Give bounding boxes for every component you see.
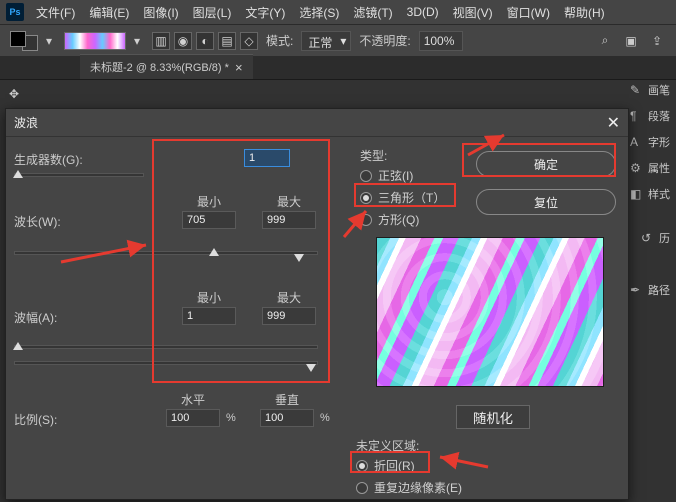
menu-layer[interactable]: 图层(L) (187, 1, 238, 24)
menu-image[interactable]: 图像(I) (137, 1, 184, 24)
scale-label: 比例(S): (14, 411, 57, 428)
gradient-linear-icon[interactable]: ▥ (152, 32, 170, 50)
menu-file[interactable]: 文件(F) (30, 1, 81, 24)
chevron-down-icon[interactable]: ▾ (46, 34, 56, 48)
menu-3d[interactable]: 3D(D) (401, 2, 445, 22)
options-bar: ▾ ▾ ▥ ◉ ◐ ▤ ◇ 模式: 正常 ▾ 不透明度: 100% ⌕ ▣ ⇪ (0, 24, 676, 56)
foreground-background-swatch[interactable] (10, 31, 38, 51)
gradient-preview[interactable] (64, 32, 126, 50)
menu-select[interactable]: 选择(S) (293, 1, 345, 24)
scale-v-input[interactable] (260, 409, 314, 427)
gradient-angle-icon[interactable]: ◐ (196, 32, 214, 50)
type-square-radio[interactable]: 方形(Q) (360, 209, 419, 230)
ok-button[interactable]: 确定 (476, 151, 616, 177)
undefined-group-label: 未定义区域: (356, 437, 419, 454)
opacity-field[interactable]: 100% (419, 31, 463, 51)
generators-input[interactable] (244, 149, 290, 167)
type-group-label: 类型: (360, 147, 387, 164)
wave-filter-dialog: 波浪 ✕ 生成器数(G): 最小 最大 波长(W): 最小 最大 波幅(A): (5, 108, 629, 500)
dialog-title: 波浪 (14, 114, 607, 131)
share-icon[interactable]: ⇪ (648, 32, 666, 50)
reset-button[interactable]: 复位 (476, 189, 616, 215)
repeat-edge-radio[interactable]: 重复边缘像素(E) (356, 477, 462, 498)
menu-window[interactable]: 窗口(W) (501, 1, 556, 24)
document-tab[interactable]: 未标题-2 @ 8.33%(RGB/8) * × (80, 54, 253, 79)
panel-styles[interactable]: ◧样式 (622, 184, 674, 204)
opacity-label: 不透明度: (359, 32, 410, 49)
gradient-radial-icon[interactable]: ◉ (174, 32, 192, 50)
document-tab-bar: 未标题-2 @ 8.33%(RGB/8) * × (0, 56, 676, 80)
menu-bar: Ps 文件(F) 编辑(E) 图像(I) 图层(L) 文字(Y) 选择(S) 滤… (0, 0, 676, 24)
amplitude-max-input[interactable] (262, 307, 316, 325)
wavelength-label: 波长(W): (14, 213, 61, 230)
wrap-radio[interactable]: 折回(R) (356, 455, 415, 476)
min-header: 最小 (182, 193, 236, 210)
panel-brush[interactable]: ✎画笔 (622, 80, 674, 100)
panel-properties[interactable]: ⚙属性 (622, 158, 674, 178)
panel-toggle-icon[interactable]: ▣ (622, 32, 640, 50)
wave-preview (376, 237, 604, 387)
amplitude-slider-max[interactable] (14, 361, 318, 365)
generators-label: 生成器数(G): (14, 151, 83, 168)
randomize-button[interactable]: 随机化 (456, 405, 530, 429)
gradient-diamond-icon[interactable]: ◇ (240, 32, 258, 50)
menu-type[interactable]: 文字(Y) (239, 1, 291, 24)
menu-help[interactable]: 帮助(H) (558, 1, 611, 24)
amplitude-min-input[interactable] (182, 307, 236, 325)
type-triangle-radio[interactable]: 三角形（T） (360, 187, 445, 208)
right-panel-strip: ✎画笔 ¶段落 A字形 ⚙属性 ◧样式 ↺历 ✒路径 (622, 80, 674, 300)
amplitude-slider[interactable] (14, 345, 318, 349)
pct-label: % (226, 412, 236, 424)
generators-slider[interactable] (14, 173, 144, 177)
min-header-2: 最小 (182, 289, 236, 306)
search-icon[interactable]: ⌕ (596, 32, 614, 50)
gradient-reflected-icon[interactable]: ▤ (218, 32, 236, 50)
max-header: 最大 (262, 193, 316, 210)
menu-view[interactable]: 视图(V) (447, 1, 499, 24)
pct-label-2: % (320, 412, 330, 424)
horiz-header: 水平 (166, 391, 220, 408)
wavelength-slider[interactable] (14, 251, 318, 255)
close-icon[interactable]: × (235, 60, 243, 75)
menu-edit[interactable]: 编辑(E) (83, 1, 135, 24)
chevron-down-icon[interactable]: ▾ (134, 34, 144, 48)
document-tab-label: 未标题-2 @ 8.33%(RGB/8) * (90, 59, 229, 75)
panel-paragraph[interactable]: ¶段落 (622, 106, 674, 126)
annotation-arrow-1 (56, 227, 156, 267)
mode-label: 模式: (266, 32, 293, 49)
move-tool-icon[interactable]: ✥ (4, 84, 24, 104)
wavelength-max-input[interactable] (262, 211, 316, 229)
max-header-2: 最大 (262, 289, 316, 306)
panel-glyphs[interactable]: A字形 (622, 132, 674, 152)
panel-paths[interactable]: ✒路径 (622, 280, 674, 300)
dialog-titlebar[interactable]: 波浪 ✕ (6, 109, 628, 137)
vert-header: 垂直 (260, 391, 314, 408)
type-sine-radio[interactable]: 正弦(I) (360, 165, 413, 186)
gradient-type-icons: ▥ ◉ ◐ ▤ ◇ (152, 32, 258, 50)
amplitude-label: 波幅(A): (14, 309, 57, 326)
annotation-arrow-4 (434, 447, 494, 477)
close-icon[interactable]: ✕ (607, 113, 620, 133)
menu-filter[interactable]: 滤镜(T) (347, 1, 398, 24)
scale-h-input[interactable] (166, 409, 220, 427)
wavelength-min-input[interactable] (182, 211, 236, 229)
panel-history[interactable]: ↺历 (622, 228, 674, 248)
ps-logo-icon: Ps (6, 3, 24, 21)
mode-select[interactable]: 正常 ▾ (301, 31, 351, 51)
